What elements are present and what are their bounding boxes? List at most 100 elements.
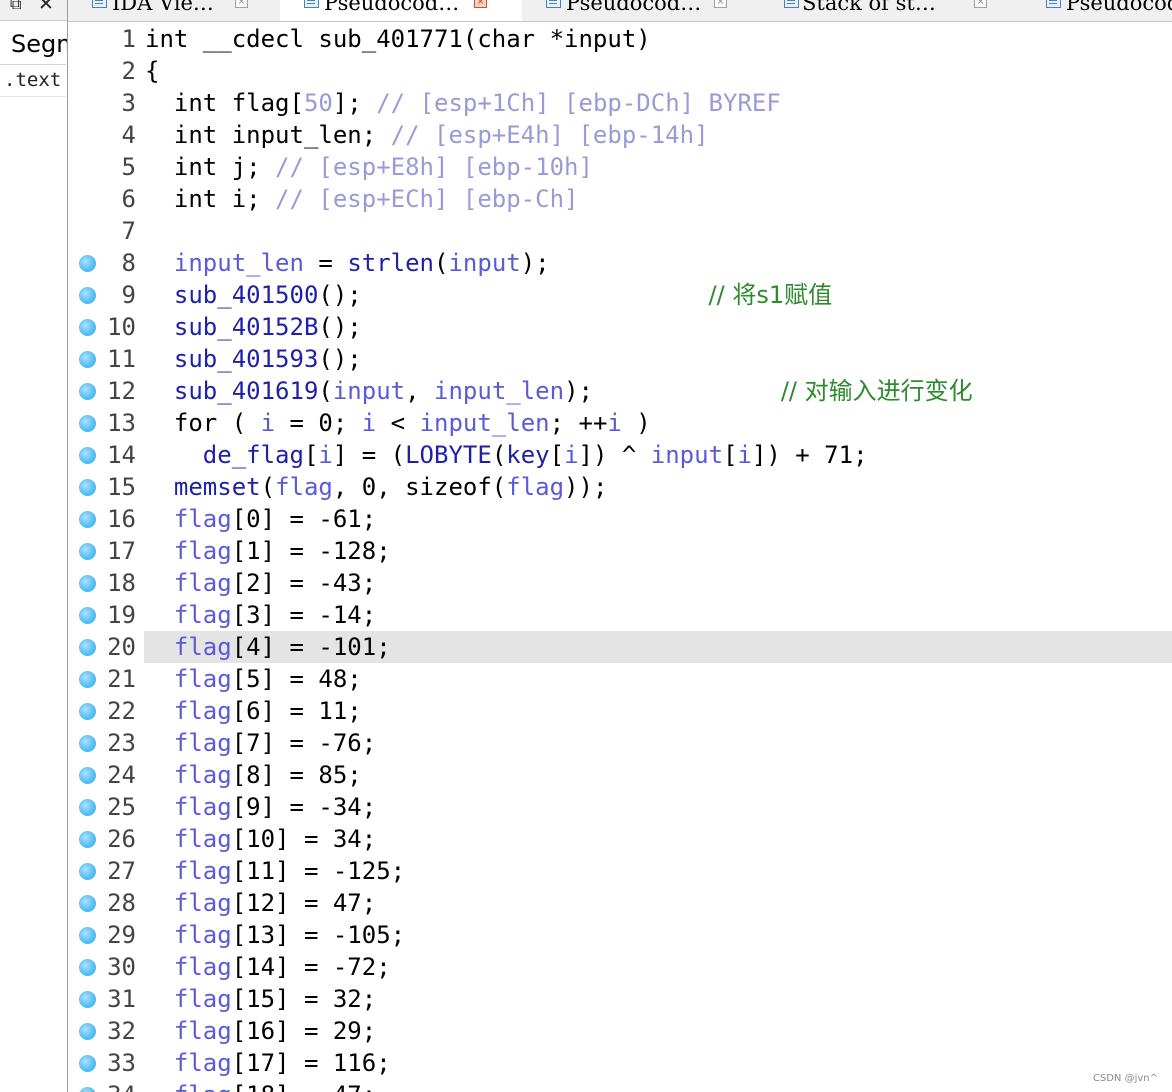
restore-icon[interactable]: ⧉ [10, 0, 21, 14]
code-line[interactable]: 33 flag[17] = 116; [68, 1047, 1172, 1079]
line-number: 3 [121, 89, 136, 117]
code-token: [5] = 48; [231, 665, 362, 693]
breakpoint-dot-icon[interactable] [79, 831, 96, 848]
code-text: flag[2] = -43; [145, 569, 376, 597]
code-line[interactable]: 20 flag[4] = -101; [68, 631, 1172, 663]
code-token: [17] = 116; [231, 1049, 391, 1077]
code-token: [6] = 11; [231, 697, 362, 725]
code-line[interactable]: 5 int j; // [esp+E8h] [ebp-10h] [68, 151, 1172, 183]
document-icon [1046, 0, 1061, 8]
watermark: CSDN @jvn^ [1092, 1073, 1158, 1084]
breakpoint-dot-icon[interactable] [79, 1023, 96, 1040]
breakpoint-dot-icon[interactable] [79, 895, 96, 912]
code-text: flag[16] = 29; [145, 1017, 376, 1045]
code-comment: // [esp+1Ch] [ebp-DCh] BYREF [376, 89, 781, 117]
code-line[interactable]: 14 de_flag[i] = (LOBYTE(key[i]) ^ input[… [68, 439, 1172, 471]
breakpoint-dot-icon[interactable] [79, 351, 96, 368]
code-line[interactable]: 8 input_len = strlen(input); [68, 247, 1172, 279]
line-number: 28 [107, 889, 136, 917]
breakpoint-dot-icon[interactable] [79, 703, 96, 720]
segments-column-header[interactable]: Segm [0, 22, 67, 65]
code-line[interactable]: 10 sub_40152B(); [68, 311, 1172, 343]
line-number: 19 [107, 601, 136, 629]
breakpoint-dot-icon[interactable] [79, 927, 96, 944]
breakpoint-dot-icon[interactable] [79, 1087, 96, 1092]
breakpoint-dot-icon[interactable] [79, 575, 96, 592]
code-line[interactable]: 18 flag[2] = -43; [68, 567, 1172, 599]
tab-pseudocode-c[interactable]: Pseudocod… [1022, 0, 1172, 21]
tab-close-icon[interactable]: × [235, 0, 248, 8]
code-line[interactable]: 26 flag[10] = 34; [68, 823, 1172, 855]
code-token: [12] = 47; [231, 889, 377, 917]
breakpoint-dot-icon[interactable] [79, 543, 96, 560]
code-line[interactable]: 30 flag[14] = -72; [68, 951, 1172, 983]
breakpoint-dot-icon[interactable] [79, 415, 96, 432]
code-token: [ [289, 89, 304, 117]
breakpoint-dot-icon[interactable] [79, 767, 96, 784]
code-line[interactable]: 9 sub_401500(); // 将s1赋值 [68, 279, 1172, 311]
code-line[interactable]: 2{ [68, 55, 1172, 87]
code-line[interactable]: 24 flag[8] = 85; [68, 759, 1172, 791]
tab-pseudocode-a[interactable]: Pseudocod… × [280, 0, 523, 21]
code-token: ]) + 71; [751, 441, 868, 469]
code-line[interactable]: 16 flag[0] = -61; [68, 503, 1172, 535]
code-line[interactable]: 21 flag[5] = 48; [68, 663, 1172, 695]
tab-pseudocode-b[interactable]: Pseudocod… × [522, 0, 761, 21]
code-text: flag[1] = -128; [145, 537, 391, 565]
code-line[interactable]: 19 flag[3] = -14; [68, 599, 1172, 631]
code-line[interactable]: 12 sub_401619(input, input_len); // 对输入进… [68, 375, 1172, 407]
code-text: sub_401500(); // 将s1赋值 [145, 281, 832, 309]
code-line[interactable]: 13 for ( i = 0; i < input_len; ++i ) [68, 407, 1172, 439]
breakpoint-dot-icon[interactable] [79, 959, 96, 976]
code-variable: flag [173, 793, 232, 821]
code-line[interactable]: 1 int __cdecl sub_401771(char *input) [68, 23, 1172, 55]
pseudocode-view[interactable]: 1 int __cdecl sub_401771(char *input) 2{3 … [68, 23, 1172, 1092]
breakpoint-dot-icon[interactable] [79, 799, 96, 816]
code-identifier: de_flag [202, 441, 304, 469]
breakpoint-dot-icon[interactable] [79, 671, 96, 688]
breakpoint-dot-icon[interactable] [79, 287, 96, 304]
code-line[interactable]: 23 flag[7] = -76; [68, 727, 1172, 759]
code-line[interactable]: 6 int i; // [esp+ECh] [ebp-Ch] [68, 183, 1172, 215]
breakpoint-dot-icon[interactable] [79, 511, 96, 528]
code-line[interactable]: 3 int flag[50]; // [esp+1Ch] [ebp-DCh] B… [68, 87, 1172, 119]
breakpoint-dot-icon[interactable] [79, 383, 96, 400]
code-line[interactable]: 32 flag[16] = 29; [68, 1015, 1172, 1047]
breakpoint-dot-icon[interactable] [79, 319, 96, 336]
breakpoint-dot-icon[interactable] [79, 607, 96, 624]
breakpoint-dot-icon[interactable] [79, 639, 96, 656]
code-line[interactable]: 11 sub_401593(); [68, 343, 1172, 375]
tab-close-icon[interactable]: × [474, 0, 487, 8]
tab-stack-of[interactable]: Stack of st… × [760, 0, 1023, 21]
code-variable: input_len [173, 249, 304, 277]
code-line[interactable]: 34 flag[18] = 47; [68, 1079, 1172, 1092]
code-line[interactable]: 27 flag[11] = -125; [68, 855, 1172, 887]
breakpoint-dot-icon[interactable] [79, 735, 96, 752]
segment-row[interactable]: .text [0, 66, 66, 97]
code-line[interactable]: 7 [68, 215, 1172, 247]
breakpoint-dot-icon[interactable] [79, 991, 96, 1008]
breakpoint-dot-icon[interactable] [79, 479, 96, 496]
close-icon[interactable]: ✕ [38, 0, 54, 15]
code-line[interactable]: 29 flag[13] = -105; [68, 919, 1172, 951]
code-line[interactable]: 15 memset(flag, 0, sizeof(flag)); [68, 471, 1172, 503]
breakpoint-dot-icon[interactable] [79, 447, 96, 464]
code-line[interactable]: 22 flag[6] = 11; [68, 695, 1172, 727]
breakpoint-dot-icon[interactable] [79, 1055, 96, 1072]
tab-close-icon[interactable]: × [714, 0, 727, 8]
code-variable: input_len [419, 409, 550, 437]
code-line[interactable]: 17 flag[1] = -128; [68, 535, 1172, 567]
code-line[interactable]: 25 flag[9] = -34; [68, 791, 1172, 823]
code-line[interactable]: 28 flag[12] = 47; [68, 887, 1172, 919]
tab-close-icon[interactable]: × [974, 0, 987, 8]
code-comment: // [esp+E4h] [ebp-14h] [390, 121, 709, 149]
breakpoint-dot-icon[interactable] [79, 863, 96, 880]
tab-ida-view[interactable]: IDA Vie… × [68, 0, 281, 21]
document-icon [92, 0, 107, 8]
code-line[interactable]: 31 flag[15] = 32; [68, 983, 1172, 1015]
breakpoint-dot-icon[interactable] [79, 255, 96, 272]
code-line[interactable]: 4 int input_len; // [esp+E4h] [ebp-14h] [68, 119, 1172, 151]
